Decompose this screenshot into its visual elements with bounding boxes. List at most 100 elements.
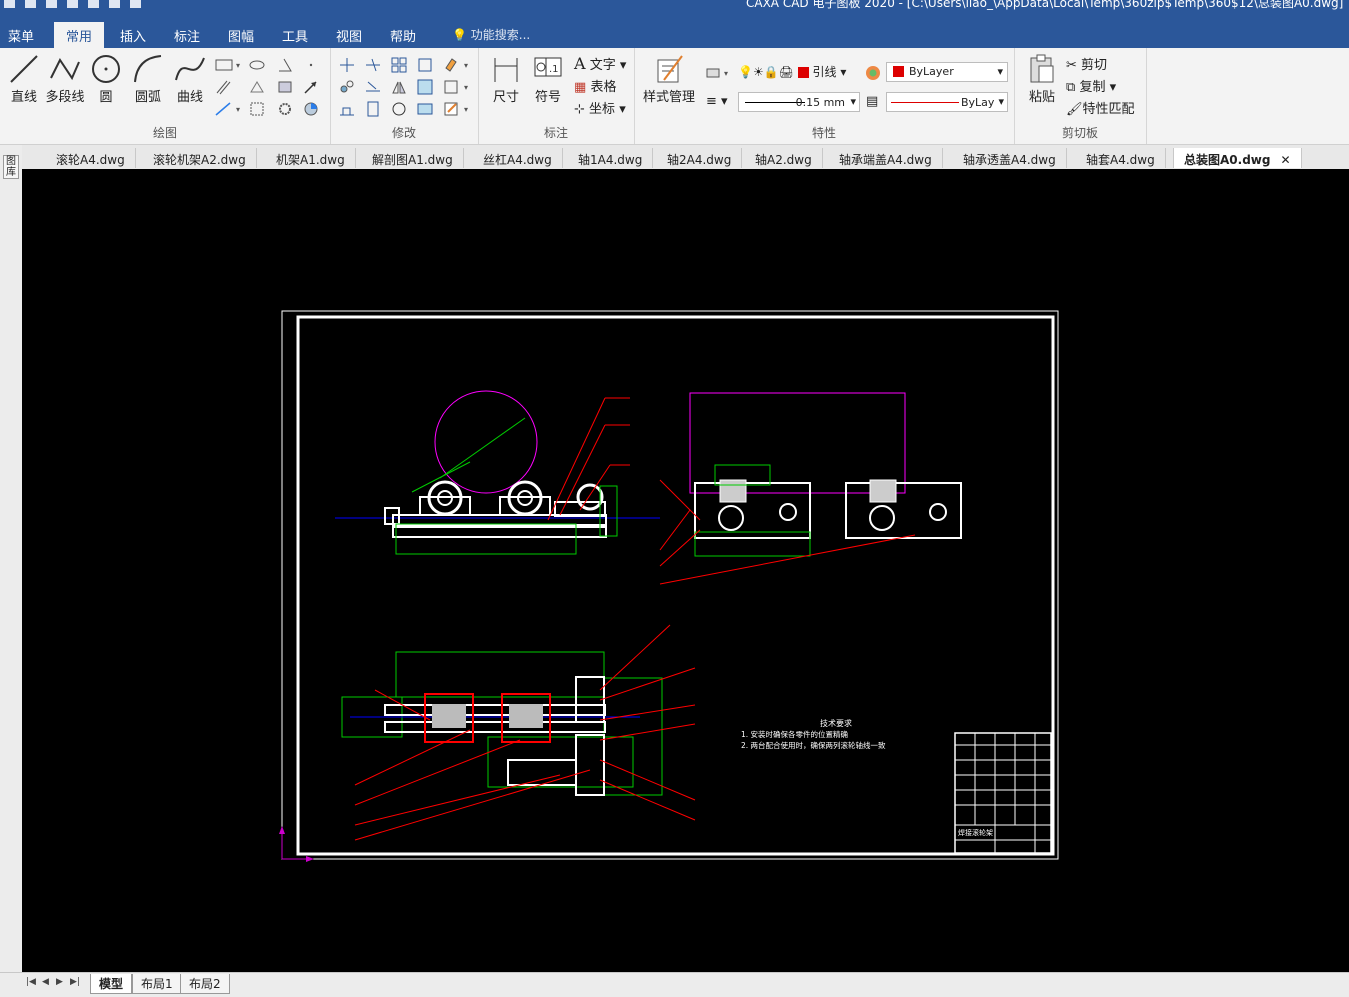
table-button[interactable]: ▦ 表格 bbox=[574, 76, 616, 95]
doc-tab[interactable]: 轴A2.dwg bbox=[745, 148, 823, 168]
chamfer-icon[interactable] bbox=[416, 100, 434, 118]
group-label-draw: 绘图 bbox=[152, 126, 177, 140]
tab-view[interactable]: 视图 bbox=[336, 26, 362, 45]
table-icon: ▦ bbox=[574, 80, 587, 95]
text-button[interactable]: A 文字 ▾ bbox=[574, 54, 626, 73]
edit-icon[interactable]: ▾ bbox=[442, 100, 470, 118]
layout-tab-1[interactable]: 布局1 bbox=[132, 974, 182, 994]
match-icon: 🖌 bbox=[1066, 102, 1083, 117]
rotate-icon[interactable] bbox=[390, 100, 408, 118]
copy-button[interactable]: ⧉ 复制 ▾ bbox=[1066, 76, 1116, 95]
table-grid-icon[interactable] bbox=[248, 100, 266, 118]
array-icon[interactable] bbox=[390, 56, 408, 74]
point-icon[interactable] bbox=[302, 56, 320, 74]
color-wheel-icon[interactable] bbox=[864, 64, 882, 82]
last-layout-icon[interactable]: ▶| bbox=[70, 977, 80, 987]
linewidth-icon[interactable]: ≡ ▾ bbox=[706, 94, 728, 109]
doc-tab[interactable]: 机架A1.dwg bbox=[266, 148, 356, 168]
mirror-icon[interactable] bbox=[390, 78, 408, 96]
dimension-button[interactable]: 尺寸 bbox=[482, 52, 530, 105]
arc-button[interactable]: 圆弧 bbox=[124, 52, 172, 105]
symbol-button[interactable]: .1 符号 bbox=[524, 52, 572, 105]
stretch-icon[interactable] bbox=[338, 100, 356, 118]
paste-icon bbox=[1030, 54, 1054, 83]
trim-icon[interactable] bbox=[364, 56, 382, 74]
angle-line-icon[interactable] bbox=[276, 56, 294, 74]
tab-tools[interactable]: 工具 bbox=[282, 26, 308, 45]
tech-line-1: 1. 安装时确保各零件的位置精确 bbox=[741, 729, 848, 739]
group-label-clipboard: 剪切板 bbox=[1061, 126, 1098, 140]
break-icon[interactable] bbox=[364, 100, 382, 118]
eraser-icon[interactable]: ▾ bbox=[442, 56, 470, 74]
copy-icon: ⧉ bbox=[1066, 80, 1076, 95]
polyline-icon bbox=[50, 58, 80, 81]
coord-button[interactable]: ⊹ 坐标 ▾ bbox=[574, 98, 626, 117]
save-icon[interactable] bbox=[46, 0, 57, 8]
doc-tab[interactable]: 滚轮A4.dwg bbox=[46, 148, 136, 168]
doc-tab[interactable]: 轴1A4.dwg bbox=[568, 148, 654, 168]
centerline-icon[interactable]: ▾ bbox=[214, 100, 242, 118]
tab-menu[interactable]: 菜单 bbox=[8, 26, 34, 45]
open-file-icon[interactable] bbox=[25, 0, 36, 8]
rectangle-icon[interactable]: ▾ bbox=[214, 56, 242, 74]
doc-tab[interactable]: 丝杠A4.dwg bbox=[473, 148, 563, 168]
offset-icon[interactable] bbox=[416, 78, 434, 96]
search-placeholder: 功能搜索... bbox=[470, 28, 531, 42]
next-layout-icon[interactable]: ▶ bbox=[56, 977, 63, 987]
tab-common[interactable]: 常用 bbox=[54, 22, 105, 48]
scale-icon[interactable] bbox=[416, 56, 434, 74]
redo-icon[interactable] bbox=[130, 0, 141, 8]
doc-tab[interactable]: 轴2A4.dwg bbox=[657, 148, 743, 168]
pie-icon[interactable] bbox=[302, 100, 320, 118]
layout-tab-2[interactable]: 布局2 bbox=[180, 974, 230, 994]
circle-button[interactable]: 圆 bbox=[82, 52, 130, 105]
style-manager-button[interactable]: 样式管理 bbox=[640, 52, 698, 105]
match-properties-button[interactable]: 🖌特性匹配 bbox=[1066, 98, 1135, 117]
color-select[interactable]: ByLayer ▾ bbox=[886, 62, 1008, 82]
parallel-line-icon[interactable] bbox=[214, 78, 232, 96]
menu-bar: 菜单 常用 插入 标注 图幅 工具 视图 帮助 💡 功能搜索... bbox=[0, 20, 1349, 48]
prev-layout-icon[interactable]: ◀ bbox=[42, 977, 49, 987]
drawing-canvas[interactable]: 技术要求 1. 安装时确保各零件的位置精确 2. 两台配合使用时，确保两列滚轮轴… bbox=[22, 169, 1349, 972]
layout-tab-model[interactable]: 模型 bbox=[90, 974, 133, 994]
svg-text:▾: ▾ bbox=[464, 61, 468, 70]
doc-tab[interactable]: 轴套A4.dwg bbox=[1076, 148, 1166, 168]
first-layout-icon[interactable]: |◀ bbox=[26, 977, 36, 987]
explode-icon[interactable]: ▾ bbox=[442, 78, 470, 96]
layer-state-icons[interactable]: 💡☀🔒🖨 引线 ▾ bbox=[738, 63, 846, 80]
move-icon[interactable] bbox=[338, 56, 356, 74]
linetype-icon[interactable]: ▤ bbox=[866, 94, 878, 109]
extend-icon[interactable] bbox=[364, 78, 382, 96]
gear-icon[interactable] bbox=[276, 100, 294, 118]
undo-icon[interactable] bbox=[109, 0, 120, 8]
copy-object-icon[interactable] bbox=[338, 78, 356, 96]
curve-icon bbox=[175, 57, 205, 81]
new-file-icon[interactable] bbox=[4, 0, 15, 8]
arrow-icon[interactable] bbox=[302, 78, 320, 96]
doc-tab[interactable]: 滚轮机架A2.dwg bbox=[143, 148, 257, 168]
cut-button[interactable]: ✂ 剪切 bbox=[1066, 54, 1107, 73]
linewidth-select[interactable]: 0.15 mm ▾ bbox=[738, 92, 860, 112]
tech-title: 技术要求 bbox=[820, 718, 852, 728]
tab-help[interactable]: 帮助 bbox=[390, 26, 416, 45]
layer-manager-icon[interactable]: ▾ bbox=[704, 64, 732, 82]
doc-tab[interactable]: 轴承透盖A4.dwg bbox=[953, 148, 1067, 168]
curve-button[interactable]: 曲线 bbox=[166, 52, 214, 105]
print-icon[interactable] bbox=[88, 0, 99, 8]
save-as-icon[interactable] bbox=[67, 0, 78, 8]
doc-tab-active[interactable]: 总装图A0.dwg ✕ bbox=[1173, 148, 1302, 168]
doc-tab[interactable]: 解剖图A1.dwg bbox=[362, 148, 464, 168]
linetype-select[interactable]: ByLayer▾ bbox=[886, 92, 1008, 112]
doc-tab[interactable]: 轴承端盖A4.dwg bbox=[829, 148, 943, 168]
svg-text:▾: ▾ bbox=[464, 105, 468, 114]
block-icon[interactable] bbox=[276, 78, 294, 96]
hatch-icon[interactable] bbox=[248, 78, 266, 96]
close-icon[interactable]: ✕ bbox=[1280, 153, 1290, 167]
tab-annotate[interactable]: 标注 bbox=[174, 26, 200, 45]
tab-sheet[interactable]: 图幅 bbox=[228, 26, 254, 45]
function-search[interactable]: 💡 功能搜索... bbox=[452, 26, 530, 43]
ellipse-icon[interactable] bbox=[248, 56, 266, 74]
paste-button[interactable]: 粘贴 bbox=[1018, 52, 1066, 105]
tab-insert[interactable]: 插入 bbox=[120, 26, 146, 45]
library-panel-toggle[interactable]: 图库 bbox=[3, 155, 19, 179]
